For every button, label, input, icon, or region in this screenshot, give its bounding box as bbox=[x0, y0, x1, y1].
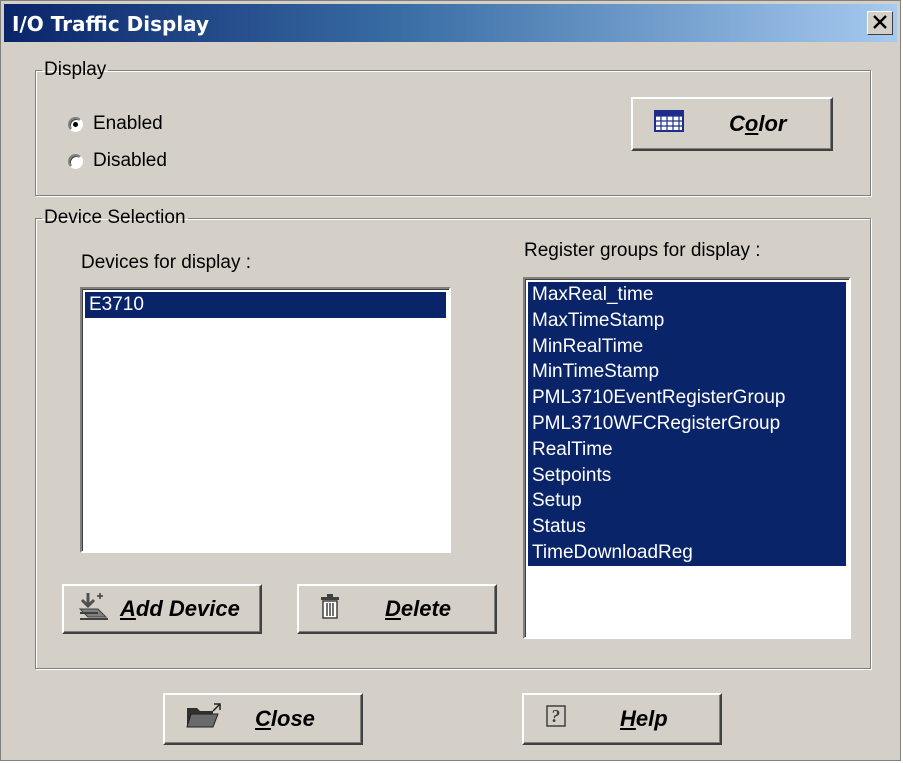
devices-list: E3710 bbox=[82, 289, 449, 318]
list-item[interactable]: PML3710EventRegisterGroup bbox=[528, 385, 846, 411]
title-bar[interactable]: I/O Traffic Display bbox=[4, 4, 897, 42]
radio-selected-indicator bbox=[68, 116, 83, 132]
list-item[interactable]: Setpoints bbox=[528, 462, 846, 489]
list-item[interactable]: E3710 bbox=[85, 292, 446, 318]
color-button-label: Color bbox=[729, 111, 787, 136]
help-button[interactable]: ? Help bbox=[522, 693, 722, 745]
list-item[interactable]: TimeDownloadReg bbox=[528, 539, 846, 566]
devices-listbox[interactable]: E3710 bbox=[80, 287, 451, 553]
list-item[interactable]: Status bbox=[528, 514, 846, 540]
list-item[interactable]: MinTimeStamp bbox=[528, 359, 846, 386]
register-groups-list: MaxReal_time MaxTimeStamp MinRealTime MinTi… bbox=[525, 279, 849, 566]
list-item[interactable]: MaxTimeStamp bbox=[528, 307, 846, 334]
list-item[interactable]: RealTime bbox=[528, 436, 846, 463]
window-title: I/O Traffic Display bbox=[12, 12, 210, 36]
close-icon bbox=[873, 12, 887, 34]
devices-for-display-label: Devices for display : bbox=[81, 252, 252, 273]
add-device-label: Add Device bbox=[120, 596, 240, 621]
radio-unselected-indicator bbox=[68, 153, 83, 169]
add-device-button[interactable]: Add Device bbox=[62, 584, 262, 634]
add-device-icon bbox=[78, 591, 112, 627]
help-icon: ? bbox=[544, 702, 570, 736]
enabled-label: Enabled bbox=[93, 113, 163, 134]
disabled-label: Disabled bbox=[93, 150, 167, 171]
list-item[interactable]: PML3710WFCRegisterGroup bbox=[528, 410, 846, 437]
display-group-legend: Display bbox=[44, 59, 107, 80]
list-item[interactable]: Setup bbox=[528, 488, 846, 515]
list-item[interactable]: MinRealTime bbox=[528, 333, 846, 360]
grid-palette-icon bbox=[653, 108, 685, 140]
delete-button[interactable]: Delete bbox=[297, 584, 497, 634]
svg-text:?: ? bbox=[551, 706, 560, 726]
disabled-radio[interactable]: Disabled bbox=[68, 150, 167, 172]
enabled-radio[interactable]: Enabled bbox=[68, 113, 163, 135]
delete-button-label: Delete bbox=[385, 596, 452, 621]
folder-icon bbox=[185, 702, 223, 736]
dialog-window: I/O Traffic Display Display Enabled Disa… bbox=[0, 0, 901, 761]
close-window-button[interactable] bbox=[867, 11, 893, 35]
close-button-label: Close bbox=[255, 706, 315, 731]
list-item[interactable]: MaxReal_time bbox=[528, 282, 846, 308]
color-button[interactable]: Color bbox=[631, 97, 833, 151]
trash-icon bbox=[319, 592, 341, 626]
register-groups-listbox[interactable]: MaxReal_time MaxTimeStamp MinRealTime MinTi… bbox=[523, 277, 851, 639]
device-selection-legend: Device Selection bbox=[44, 207, 186, 228]
register-groups-label: Register groups for display : bbox=[524, 240, 761, 261]
help-button-label: Help bbox=[620, 706, 668, 731]
close-button[interactable]: Close bbox=[163, 693, 363, 745]
